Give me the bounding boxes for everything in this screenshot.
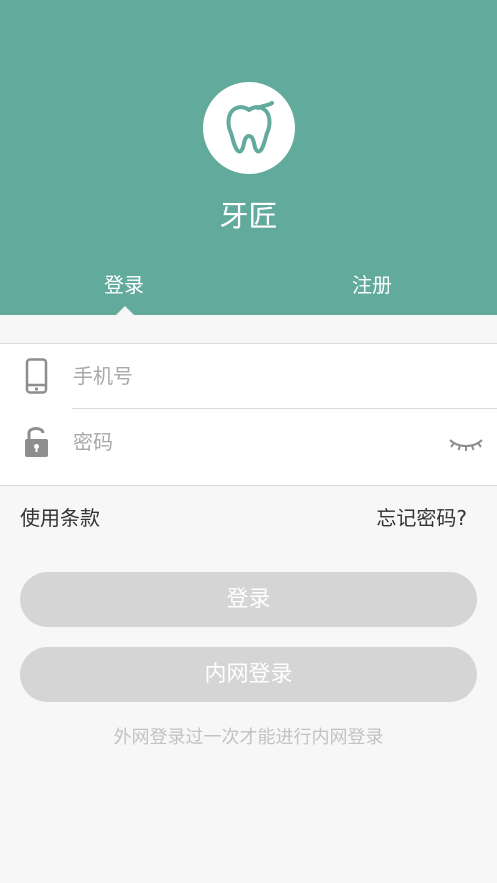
phone-input[interactable] bbox=[73, 356, 433, 396]
app-title: 牙匠 bbox=[219, 199, 278, 233]
tab-register[interactable]: 注册 bbox=[322, 270, 422, 300]
lock-icon bbox=[25, 427, 48, 457]
password-input[interactable] bbox=[73, 422, 433, 462]
intranet-hint: 外网登录过一次才能进行内网登录 bbox=[113, 727, 384, 748]
input-divider bbox=[72, 408, 497, 409]
terms-link[interactable]: 使用条款 bbox=[20, 502, 100, 531]
intranet-login-button[interactable]: 内网登录 bbox=[20, 647, 477, 702]
phone-row bbox=[0, 344, 497, 409]
forgot-password-link[interactable]: 忘记密码? bbox=[376, 502, 467, 531]
login-form bbox=[0, 343, 497, 486]
login-button[interactable]: 登录 bbox=[20, 572, 477, 627]
app-logo bbox=[203, 82, 295, 174]
mobile-phone-icon bbox=[25, 358, 48, 394]
tab-login[interactable]: 登录 bbox=[74, 270, 174, 300]
tooth-icon bbox=[226, 101, 274, 154]
eye-closed-icon[interactable] bbox=[448, 434, 484, 452]
password-row bbox=[0, 410, 497, 474]
header-banner: 牙匠 登录 注册 bbox=[0, 0, 497, 315]
active-tab-indicator bbox=[116, 306, 134, 315]
